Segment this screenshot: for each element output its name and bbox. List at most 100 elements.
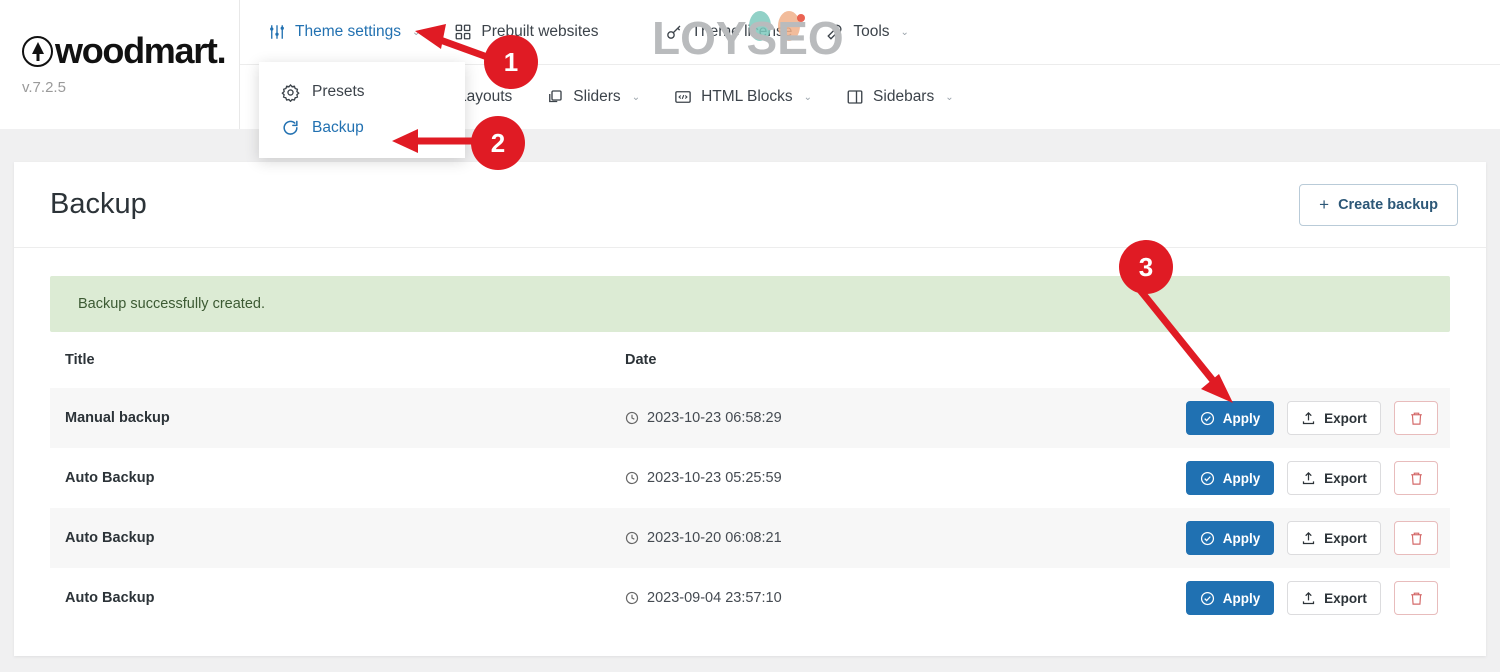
backup-page-card: Backup + Create backup Backup successful… — [14, 162, 1486, 656]
export-label: Export — [1324, 470, 1367, 486]
table-row: Auto Backup 2023-10-20 06:08:21 Apply Ex… — [50, 508, 1450, 568]
dropdown-item-presets[interactable]: Presets — [259, 74, 465, 110]
export-button[interactable]: Export — [1287, 461, 1381, 495]
trash-icon — [1410, 412, 1422, 425]
nav-label: Tools — [853, 23, 890, 40]
backup-date: 2023-09-04 23:57:10 — [625, 590, 1186, 606]
export-label: Export — [1324, 530, 1367, 546]
backup-title: Manual backup — [65, 410, 170, 426]
apply-button[interactable]: Apply — [1186, 401, 1274, 435]
apply-label: Apply — [1222, 410, 1261, 426]
brand-column: woodmart. v.7.2.5 — [0, 0, 240, 129]
woodmart-tree-circle-icon — [22, 35, 53, 67]
chevron-down-icon: ⌄ — [411, 26, 421, 38]
export-button[interactable]: Export — [1287, 581, 1381, 615]
delete-button[interactable] — [1394, 461, 1438, 495]
export-label: Export — [1324, 590, 1367, 606]
nav-item-theme-license[interactable]: Theme license — [665, 23, 793, 41]
theme-settings-dropdown: Presets Backup — [259, 62, 465, 158]
chevron-down-icon: ⌄ — [900, 26, 909, 38]
annotation-badge-3: 3 — [1119, 240, 1173, 294]
upload-icon — [1302, 531, 1315, 544]
check-circle-icon — [1200, 411, 1214, 425]
backup-date: 2023-10-23 06:58:29 — [625, 410, 1186, 426]
key-icon — [666, 25, 681, 39]
backup-date-text: 2023-09-04 23:57:10 — [647, 590, 782, 606]
backup-title: Auto Backup — [65, 530, 155, 546]
upload-icon — [1302, 471, 1315, 484]
delete-button[interactable] — [1394, 521, 1438, 555]
layers-icon — [549, 90, 562, 103]
backup-title: Auto Backup — [65, 470, 155, 486]
backup-table: Title Date Manual backup 2023-10-23 06:5… — [50, 332, 1450, 628]
clock-icon — [625, 531, 639, 545]
card-header: Backup + Create backup — [14, 162, 1486, 248]
brand-logo: woodmart. — [22, 33, 227, 69]
row-actions: Apply Export — [1186, 401, 1438, 435]
create-backup-button[interactable]: + Create backup — [1299, 183, 1458, 226]
nav-item-theme-settings[interactable]: Theme settings ⌄ — [268, 23, 420, 41]
chevron-down-icon: ⌄ — [945, 91, 954, 103]
upload-icon — [1302, 411, 1315, 424]
apply-button[interactable]: Apply — [1186, 521, 1274, 555]
table-row: Auto Backup 2023-09-04 23:57:10 Apply Ex… — [50, 568, 1450, 628]
annotation-badge-1: 1 — [484, 35, 538, 89]
backup-date: 2023-10-23 05:25:59 — [625, 470, 1186, 486]
clock-icon — [625, 591, 639, 605]
dropdown-label: Backup — [312, 119, 364, 136]
apply-label: Apply — [1222, 470, 1261, 486]
export-button[interactable]: Export — [1287, 521, 1381, 555]
backup-date-text: 2023-10-20 06:08:21 — [647, 530, 782, 546]
nav-label: Theme settings — [295, 23, 401, 40]
backup-date-text: 2023-10-23 05:25:59 — [647, 470, 782, 486]
nav-label: Sidebars — [873, 88, 935, 105]
apply-button[interactable]: Apply — [1186, 581, 1274, 615]
nav-label: HTML Blocks — [701, 88, 793, 105]
nav-label: Sliders — [573, 88, 621, 105]
sidebar-icon — [847, 90, 863, 104]
delete-button[interactable] — [1394, 401, 1438, 435]
table-header-row: Title Date — [50, 332, 1450, 388]
check-circle-icon — [1200, 531, 1214, 545]
check-circle-icon — [1200, 471, 1214, 485]
nav-item-html-blocks[interactable]: HTML Blocks ⌄ — [674, 88, 812, 106]
nav-item-prebuilt-websites[interactable]: Prebuilt websites — [454, 23, 599, 41]
table-row: Manual backup 2023-10-23 06:58:29 Apply — [50, 388, 1450, 448]
nav-item-sidebars[interactable]: Sidebars ⌄ — [846, 88, 954, 106]
row-actions: Apply Export — [1186, 461, 1438, 495]
chevron-down-icon: ⌄ — [803, 91, 813, 103]
trash-icon — [1410, 472, 1422, 485]
clock-icon — [625, 411, 639, 425]
nav-item-layouts[interactable]: Layouts — [458, 88, 512, 106]
column-header-title: Title — [65, 352, 95, 368]
clock-icon — [625, 471, 639, 485]
backup-date-text: 2023-10-23 06:58:29 — [647, 410, 782, 426]
row-actions: Apply Export — [1186, 521, 1438, 555]
chevron-down-icon: ⌄ — [631, 91, 641, 103]
annotation-badge-2: 2 — [471, 116, 525, 170]
notice-text: Backup successfully created. — [78, 296, 265, 312]
export-label: Export — [1324, 410, 1367, 426]
check-circle-icon — [1200, 591, 1214, 605]
code-icon — [675, 91, 691, 103]
table-row: Auto Backup 2023-10-23 05:25:59 Apply Ex… — [50, 448, 1450, 508]
brand-version: v.7.2.5 — [22, 79, 66, 96]
nav-label: Theme license — [691, 23, 793, 40]
column-header-date: Date — [625, 352, 657, 368]
backup-title: Auto Backup — [65, 590, 155, 606]
page-title: Backup — [50, 188, 147, 220]
nav-label: Layouts — [458, 88, 513, 105]
apply-label: Apply — [1222, 530, 1261, 546]
nav-item-sliders[interactable]: Sliders ⌄ — [546, 88, 640, 106]
dropdown-item-backup[interactable]: Backup — [259, 110, 465, 146]
delete-button[interactable] — [1394, 581, 1438, 615]
backup-date: 2023-10-20 06:08:21 — [625, 530, 1186, 546]
export-button[interactable]: Export — [1287, 401, 1381, 435]
plus-icon: + — [1319, 195, 1330, 214]
success-notice: Backup successfully created. — [50, 276, 1450, 332]
trash-icon — [1410, 532, 1422, 545]
nav-item-tools[interactable]: Tools ⌄ — [826, 23, 909, 41]
upload-icon — [1302, 591, 1315, 604]
apply-button[interactable]: Apply — [1186, 461, 1274, 495]
row-actions: Apply Export — [1186, 581, 1438, 615]
